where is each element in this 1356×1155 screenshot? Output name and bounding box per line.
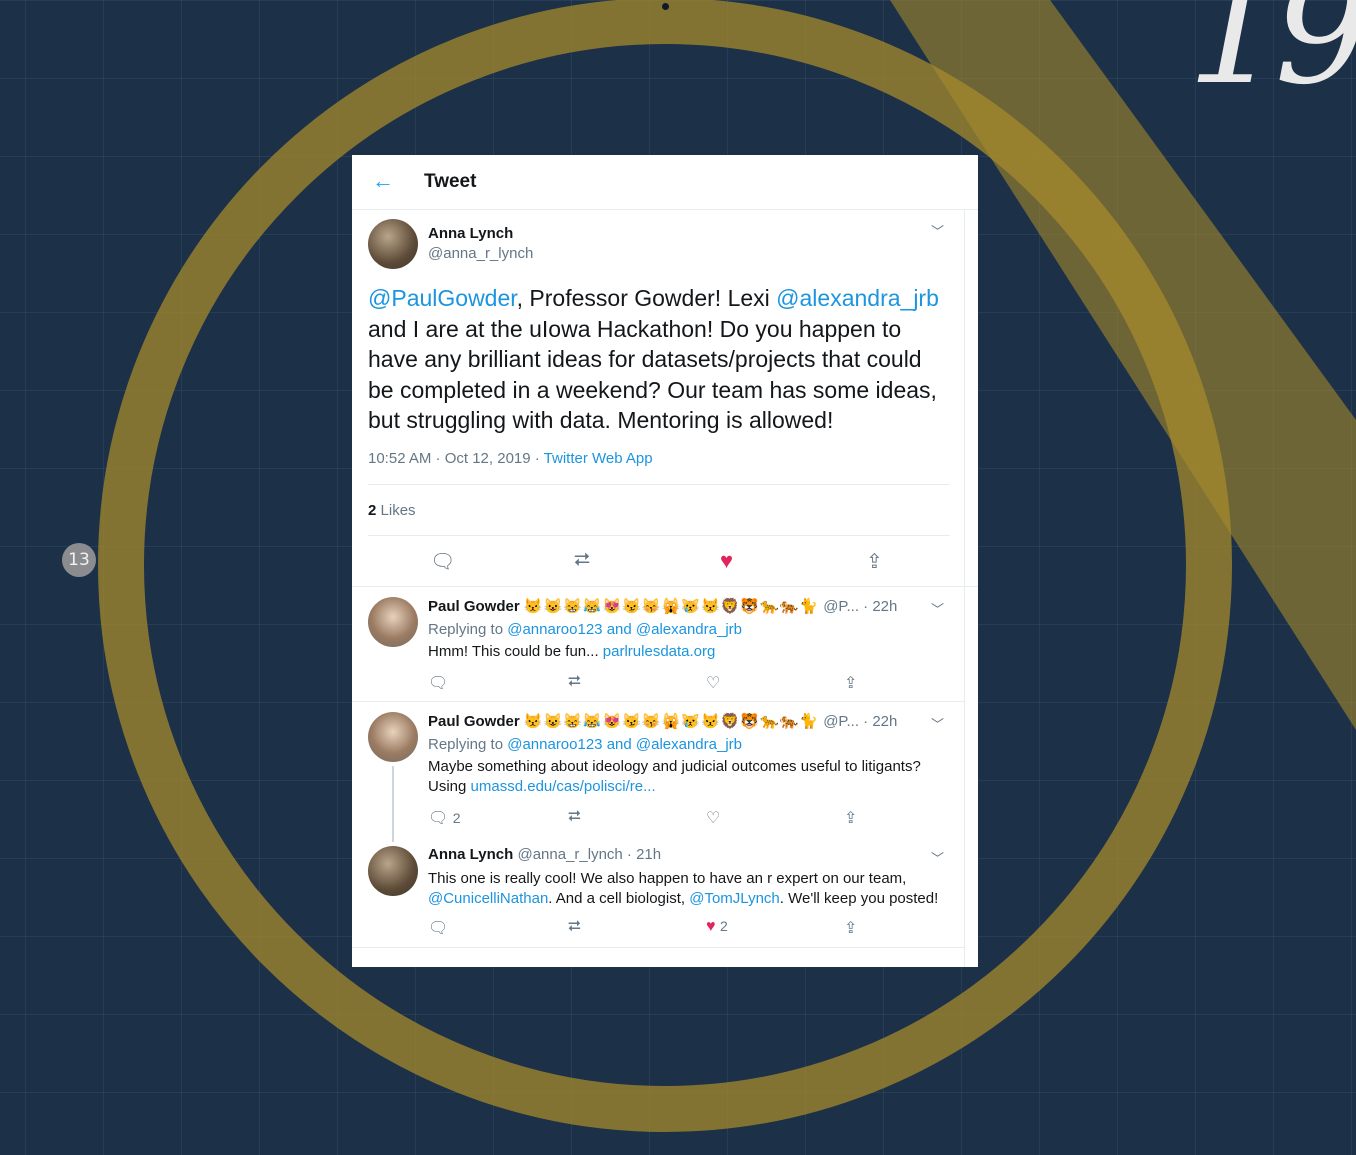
share-icon[interactable]: ⇪ — [844, 808, 857, 828]
reply-tweet[interactable]: Paul Gowder 😾😺😸😹😻😼😽🙀😿😾🦁🐯🐆🐅🐈 @P... · 22h … — [368, 587, 950, 700]
tweet-text: @PaulGowder, Professor Gowder! Lexi @ale… — [368, 283, 948, 436]
chevron-down-icon[interactable]: ﹀ — [931, 221, 944, 240]
likes-count[interactable]: 2 Likes — [368, 502, 416, 519]
replying-to: Replying to @annaroo123 and @alexandra_j… — [428, 621, 743, 638]
slide-number-badge: 13 — [62, 543, 96, 577]
retweet-icon[interactable]: ⮂ — [574, 549, 590, 572]
author-handle[interactable]: @anna_r_lynch — [428, 245, 533, 262]
author-name[interactable]: Anna Lynch — [428, 225, 513, 242]
avatar[interactable] — [368, 219, 418, 269]
like-icon[interactable]: ♥ — [720, 548, 733, 574]
mention-link[interactable]: @CunicelliNathan — [428, 890, 548, 907]
chevron-down-icon[interactable]: ﹀ — [931, 848, 944, 867]
mention-link[interactable]: @TomJLynch — [689, 890, 780, 907]
tweet-text-part: , Professor Gowder! Lexi — [516, 285, 777, 311]
reply-actions: 🗨 ⮂ ♡ ⇪ — [428, 673, 908, 693]
reply-text: This one is really cool! We also happen … — [428, 870, 939, 907]
avatar[interactable] — [368, 712, 418, 762]
reply-tweet[interactable]: Anna Lynch @anna_r_lynch · 21h ﹀ This on… — [368, 836, 950, 946]
tweet-header: ← Tweet — [352, 155, 978, 210]
reply-icon[interactable]: 🗨 2 — [428, 808, 461, 828]
tweet-text-part: and I are at the uIowa Hackathon! Do you… — [368, 315, 937, 434]
name-emoji: 😾😺😸😹😻😼😽🙀😿😾🦁🐯🐆🐅🐈 — [523, 598, 820, 615]
tweet-meta: 10:52 AM · Oct 12, 2019 · Twitter Web Ap… — [368, 450, 653, 467]
retweet-icon[interactable]: ⮂ — [568, 673, 581, 691]
like-icon[interactable]: ♡ — [706, 808, 720, 828]
replying-to: Replying to @annaroo123 and @alexandra_j… — [428, 736, 743, 753]
column-border — [964, 210, 965, 967]
tweet-source[interactable]: Twitter Web App — [544, 450, 653, 467]
share-icon[interactable]: ⇪ — [866, 549, 883, 574]
like-icon[interactable]: ♥ 2 — [706, 918, 728, 936]
avatar[interactable] — [368, 846, 418, 896]
replying-to-link[interactable]: @annaroo123 and @alexandra_jrb — [507, 621, 742, 638]
tweet-timestamp[interactable]: 10:52 AM · Oct 12, 2019 · — [368, 450, 544, 467]
reply-author-name[interactable]: Paul Gowder — [428, 713, 520, 730]
reply-header: Anna Lynch @anna_r_lynch · 21h — [428, 846, 661, 863]
divider — [352, 947, 964, 948]
header-title: Tweet — [424, 171, 477, 192]
share-icon[interactable]: ⇪ — [844, 918, 857, 938]
reply-handle-time[interactable]: @P... · 22h — [823, 598, 897, 615]
reply-tweet[interactable]: Paul Gowder 😾😺😸😹😻😼😽🙀😿😾🦁🐯🐆🐅🐈 @P... · 22h … — [368, 702, 950, 842]
reply-text: Hmm! This could be fun... parlrulesdata.… — [428, 643, 716, 660]
like-count: 2 — [719, 918, 728, 934]
reply-count: 2 — [452, 810, 461, 826]
retweet-icon[interactable]: ⮂ — [568, 918, 581, 936]
divider — [368, 484, 950, 485]
reply-author-name[interactable]: Paul Gowder — [428, 598, 520, 615]
name-emoji: 😾😺😸😹😻😼😽🙀😿😾🦁🐯🐆🐅🐈 — [523, 713, 820, 730]
tweet-card: ← Tweet Anna Lynch @anna_r_lynch ﹀ @Paul… — [352, 155, 978, 967]
avatar[interactable] — [368, 597, 418, 647]
reply-author-name[interactable]: Anna Lynch — [428, 846, 513, 863]
replying-to-link[interactable]: @annaroo123 and @alexandra_jrb — [507, 736, 742, 753]
reply-icon[interactable]: 🗨 — [428, 918, 448, 938]
top-marker — [662, 3, 669, 10]
reply-handle-time[interactable]: @anna_r_lynch · 21h — [517, 846, 661, 863]
reply-link[interactable]: umassd.edu/cas/polisci/re... — [471, 778, 656, 795]
reply-text: Maybe something about ideology and judic… — [428, 758, 921, 795]
reply-handle-time[interactable]: @P... · 22h — [823, 713, 897, 730]
mention-link[interactable]: @alexandra_jrb — [776, 285, 939, 311]
tweet-actions: 🗨 ⮂ ♥ ⇪ — [368, 548, 950, 579]
reply-header: Paul Gowder 😾😺😸😹😻😼😽🙀😿😾🦁🐯🐆🐅🐈 @P... · 22h — [428, 597, 897, 615]
share-icon[interactable]: ⇪ — [844, 673, 857, 693]
chevron-down-icon[interactable]: ﹀ — [931, 599, 944, 618]
chevron-down-icon[interactable]: ﹀ — [931, 714, 944, 733]
reply-link[interactable]: parlrulesdata.org — [603, 643, 716, 660]
reply-icon[interactable]: 🗨 — [430, 549, 455, 574]
slide-big-number: 19 — [1187, 0, 1356, 118]
retweet-icon[interactable]: ⮂ — [568, 808, 581, 826]
reply-actions: 🗨 2 ⮂ ♡ ⇪ — [428, 808, 908, 828]
reply-actions: 🗨 ⮂ ♥ 2 ⇪ — [428, 918, 908, 938]
reply-header: Paul Gowder 😾😺😸😹😻😼😽🙀😿😾🦁🐯🐆🐅🐈 @P... · 22h — [428, 712, 897, 730]
like-icon[interactable]: ♡ — [706, 673, 720, 693]
reply-icon[interactable]: 🗨 — [428, 673, 448, 693]
mention-link[interactable]: @PaulGowder — [368, 285, 517, 311]
divider — [368, 535, 950, 536]
thread-line — [392, 766, 394, 842]
back-arrow-icon[interactable]: ← — [372, 168, 394, 194]
